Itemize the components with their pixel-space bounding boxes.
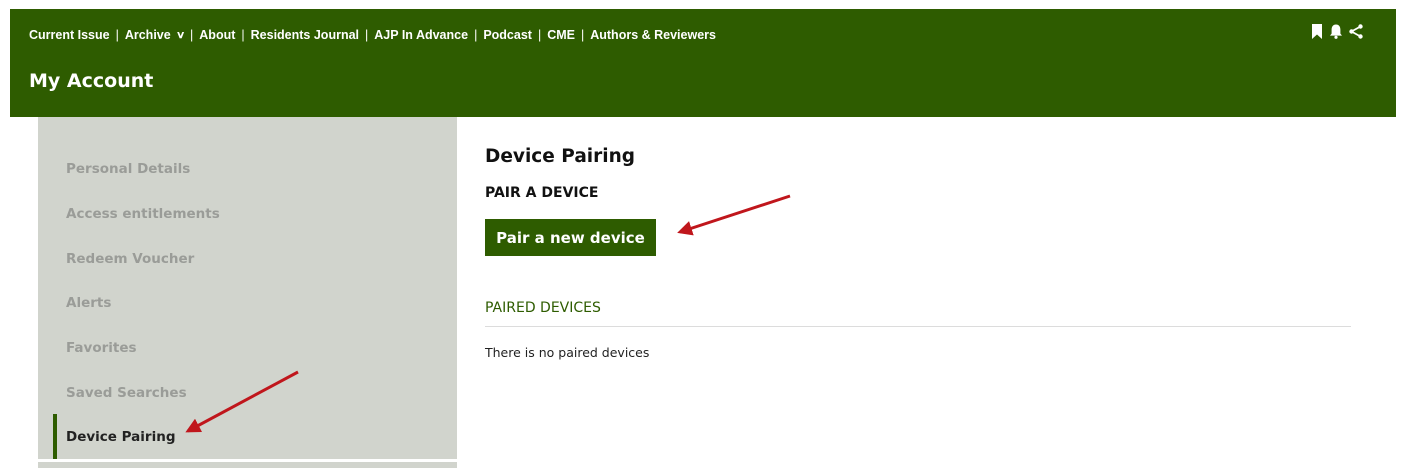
page-title: My Account [29,70,154,92]
nav-separator: | [537,28,542,42]
nav-authors-reviewers[interactable]: Authors & Reviewers [590,28,716,42]
nav-separator: | [241,28,245,42]
paired-devices-heading: PAIRED DEVICES [485,300,601,316]
nav-current-issue[interactable]: Current Issue [29,28,110,42]
sidebar-item-device-pairing[interactable]: Device Pairing [66,429,175,445]
section-divider [485,326,1351,327]
header-actions [1311,24,1363,39]
pair-device-heading: PAIR A DEVICE [485,185,599,201]
nav-podcast[interactable]: Podcast [483,28,532,42]
sidebar-footer [38,462,457,468]
nav-separator: | [365,28,369,42]
main-content [457,117,1396,468]
sidebar-item-saved-searches[interactable]: Saved Searches [66,385,187,401]
share-icon[interactable] [1349,24,1363,39]
sidebar-item-access-entitlements[interactable]: Access entitlements [66,206,220,222]
sidebar-item-alerts[interactable]: Alerts [66,295,111,311]
nav-residents-journal[interactable]: Residents Journal [251,28,359,42]
section-title: Device Pairing [485,146,636,167]
nav-cme[interactable]: CME [547,28,575,42]
nav-about[interactable]: About [199,28,235,42]
pair-new-device-button[interactable]: Pair a new device [485,219,656,256]
account-sidebar: Personal Details Access entitlements Red… [38,117,457,459]
nav-separator: | [190,28,194,42]
nav-ajp-in-advance[interactable]: AJP In Advance [374,28,468,42]
no-devices-message: There is no paired devices [485,345,650,360]
nav-separator: | [474,28,478,42]
top-navigation: Current Issue | Archive ∨ | About | Resi… [29,25,716,45]
chevron-down-icon[interactable]: ∨ [176,30,186,41]
nav-archive[interactable]: Archive [125,28,171,42]
sidebar-item-redeem-voucher[interactable]: Redeem Voucher [66,251,194,267]
bell-icon[interactable] [1329,24,1343,39]
nav-separator: | [580,28,585,42]
nav-separator: | [115,28,119,42]
sidebar-item-personal-details[interactable]: Personal Details [66,161,190,177]
sidebar-item-favorites[interactable]: Favorites [66,340,137,356]
bookmark-icon[interactable] [1311,24,1323,39]
active-item-indicator [53,414,57,459]
